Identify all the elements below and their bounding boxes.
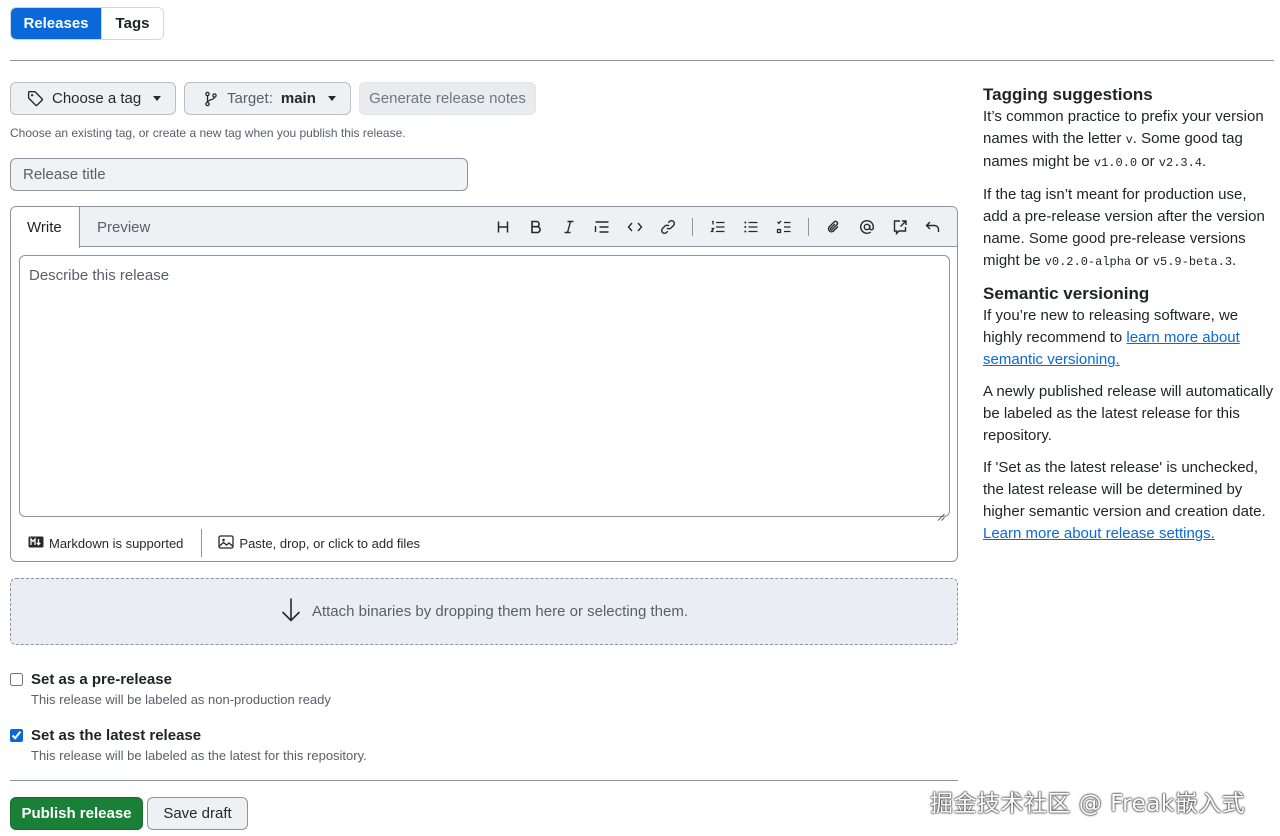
prerelease-checkbox[interactable] (10, 673, 23, 686)
add-files-button[interactable]: Paste, drop, or click to add files (202, 534, 420, 553)
release-settings-link[interactable]: Learn more about release settings. (983, 525, 1215, 542)
image-icon (218, 534, 239, 553)
toolbar-divider (692, 218, 693, 236)
markdown-icon (28, 536, 49, 551)
semantic-versioning-heading: Semantic versioning (983, 284, 1150, 303)
target-prefix: Target: (227, 90, 273, 107)
binaries-dropzone[interactable]: Attach binaries by dropping them here or… (10, 578, 958, 645)
choose-tag-label: Choose a tag (52, 90, 142, 107)
code-v: v (1125, 133, 1133, 147)
quote-icon[interactable] (585, 215, 618, 239)
unordered-list-icon[interactable] (734, 215, 767, 239)
latest-release-option: Set as the latest release This release w… (10, 727, 367, 763)
tab-write[interactable]: Write (11, 207, 80, 248)
publish-release-button[interactable]: Publish release (10, 797, 143, 830)
editor-footer: Markdown is supported Paste, drop, or cl… (11, 523, 957, 563)
tag-icon (27, 90, 44, 107)
chevron-down-icon (327, 96, 336, 101)
prerelease-title: Set as a pre-release (31, 671, 172, 688)
watermark: 掘金技术社区 @ Freak嵌入式 (930, 791, 1246, 817)
markdown-support-link[interactable]: Markdown is supported (11, 529, 203, 557)
code-example: v1.0.0 (1093, 156, 1138, 170)
target-value: main (280, 90, 316, 107)
attach-icon[interactable] (817, 215, 850, 239)
text: or (1137, 153, 1159, 170)
release-body-editor: Write Preview Markdown is supported (10, 206, 958, 562)
semver-paragraph-2: A newly published release will automatic… (983, 383, 1274, 444)
tab-releases[interactable]: Releases (11, 8, 101, 39)
save-draft-button[interactable]: Save draft (147, 797, 248, 830)
tag-hint: Choose an existing tag, or create a new … (10, 126, 406, 140)
markdown-toolbar (486, 215, 949, 239)
latest-title: Set as the latest release (31, 727, 202, 744)
markdown-note: Markdown is supported (49, 535, 184, 551)
semver-paragraph-3: If 'Set as the latest release' is unchec… (983, 457, 1275, 545)
release-title-input[interactable] (10, 158, 468, 191)
bottom-divider (10, 780, 958, 781)
choose-tag-button[interactable]: Choose a tag (10, 82, 176, 115)
link-icon[interactable] (651, 215, 684, 239)
italic-icon[interactable] (552, 215, 585, 239)
text: If 'Set as the latest release' is unchec… (983, 459, 1266, 520)
reference-icon[interactable] (883, 215, 916, 239)
numbered-list-icon[interactable] (701, 215, 734, 239)
text: . (1202, 153, 1207, 170)
code-example: v0.2.0-alpha (1044, 255, 1132, 269)
top-divider (10, 60, 1274, 61)
task-list-icon[interactable] (767, 215, 800, 239)
target-branch-button[interactable]: Target: main (184, 82, 351, 115)
release-description-textarea[interactable] (19, 255, 950, 517)
code-example: v2.3.4 (1158, 156, 1203, 170)
code-icon[interactable] (618, 215, 651, 239)
tab-tags[interactable]: Tags (101, 8, 163, 39)
files-note: Paste, drop, or click to add files (239, 535, 421, 551)
git-branch-icon (203, 91, 219, 107)
latest-desc: This release will be labeled as the late… (31, 748, 367, 763)
prerelease-option: Set as a pre-release This release will b… (10, 671, 331, 707)
generate-release-notes-button[interactable]: Generate release notes (359, 82, 536, 115)
text: or (1131, 252, 1153, 269)
editor-header: Write Preview (11, 207, 957, 248)
tagging-paragraph-2: If the tag isn’t meant for production us… (983, 184, 1275, 273)
mention-icon[interactable] (850, 215, 883, 239)
prerelease-desc: This release will be labeled as non-prod… (31, 692, 331, 707)
text: . (1232, 252, 1237, 269)
tab-preview[interactable]: Preview (81, 207, 166, 248)
toolbar-divider (808, 218, 809, 236)
arrow-down-icon (280, 597, 312, 627)
latest-release-checkbox[interactable] (10, 729, 23, 742)
dropzone-text: Attach binaries by dropping them here or… (311, 603, 689, 620)
semver-paragraph-1: If you’re new to releasing software, we … (983, 305, 1275, 371)
undo-icon[interactable] (916, 215, 949, 239)
code-example: v5.9-beta.3 (1152, 255, 1233, 269)
releases-tags-switch: Releases Tags (10, 7, 164, 40)
bold-icon[interactable] (519, 215, 552, 239)
release-help-sidebar: Tagging suggestions It’s common practice… (983, 84, 1275, 555)
chevron-down-icon (153, 96, 162, 101)
tagging-suggestions-heading: Tagging suggestions (983, 85, 1153, 104)
resize-handle-icon[interactable] (937, 508, 945, 521)
heading-icon[interactable] (486, 215, 519, 239)
tagging-paragraph-1: It’s common practice to prefix your vers… (983, 106, 1275, 174)
